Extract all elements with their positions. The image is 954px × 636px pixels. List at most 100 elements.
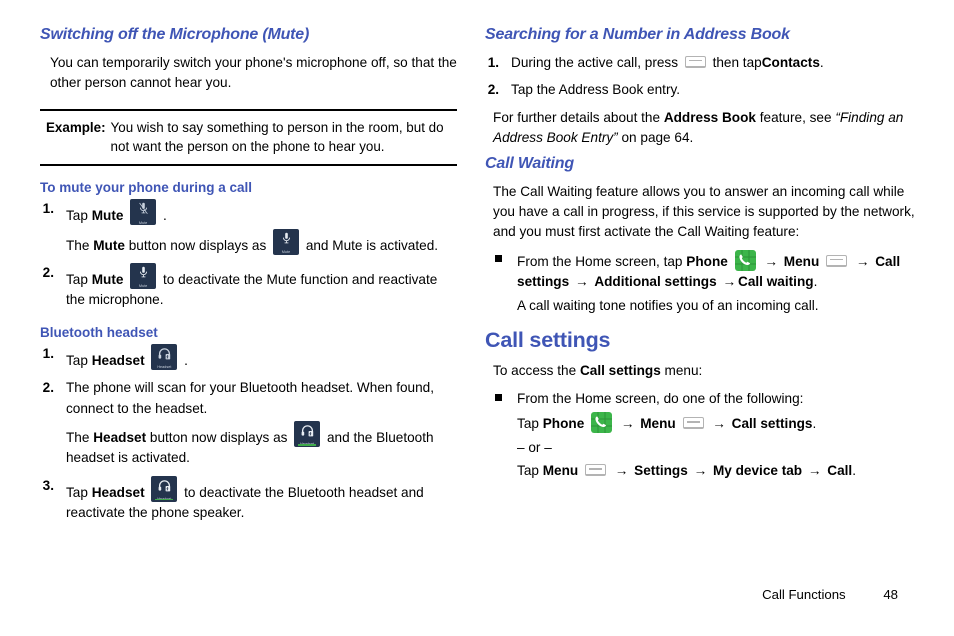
headset-button-active-icon[interactable]: Headset [151, 475, 178, 502]
bullet-continuation-text: A call waiting tone notifies you of an i… [517, 297, 819, 313]
bullet-text: From the Home screen, do one of the foll… [517, 389, 924, 482]
bullet-text: From the Home screen, tap Phone → Menu →… [517, 250, 924, 316]
address-book-cross-reference-note: For further details about the Address Bo… [485, 108, 924, 148]
microphone-glyph [273, 231, 299, 251]
cont-lead: The [66, 237, 90, 253]
my-device-tab-label: My device tab [712, 463, 803, 479]
call-waiting-body-paragraph: The Call Waiting feature allows you to a… [493, 184, 915, 240]
arrow-separator: → [712, 416, 726, 432]
note-page-reference: on page 64. [621, 129, 694, 145]
section-heading-searching-for-a-number: Searching for a Number in Address Book [485, 26, 790, 43]
address-book-label: Address Book [663, 109, 756, 125]
bullet-trailing-punctuation: . [813, 274, 818, 290]
menu-key-bar [830, 258, 844, 261]
step-item: 3. Tap Headset to deactivate the Bluetoo… [40, 475, 457, 524]
arrow-separator: → [722, 274, 737, 290]
step-item: 2. The phone will scan for your Bluetoot… [40, 378, 457, 469]
step-number: 1. [42, 201, 54, 217]
phone-label: Phone [542, 416, 585, 432]
step-trailing-punctuation: . [184, 352, 188, 368]
right-column: Searching for a Number in Address Book 1… [485, 26, 924, 531]
arrow-separator: → [855, 254, 870, 269]
additional-settings-path-label: Additional settings [594, 274, 717, 290]
tap-word: Tap [517, 463, 539, 479]
call-settings-bullet-list: From the Home screen, do one of the foll… [485, 389, 924, 482]
bluetooth-steps-list: 1. Tap Headset Headset . 2. The phone wi… [40, 343, 457, 524]
call-label: Call [827, 463, 853, 479]
headset-label: Headset [91, 484, 145, 500]
menu-key-bar [688, 59, 702, 62]
option-two-path: Tap Menu → Settings → My device tab → Ca… [517, 461, 924, 481]
menu-key-icon[interactable] [682, 417, 704, 430]
left-column: Switching off the Microphone (Mute) You … [40, 26, 458, 531]
mute-button-active-icon[interactable]: Mute [273, 228, 300, 255]
example-text: You wish to say something to person in t… [110, 119, 444, 154]
step-lead-text: Tap [66, 208, 88, 224]
headset-glyph [151, 478, 177, 498]
tap-word: Tap [517, 416, 539, 432]
subheading-to-mute-your-phone: To mute your phone during a call [40, 180, 253, 196]
list-item: From the Home screen, tap Phone → Menu →… [485, 250, 924, 316]
step-item: 2. Tap Mute Mute to deactivate the Mute … [40, 263, 457, 311]
mute-steps-list: 1. Tap Mute Mute . The Mute button now d… [40, 199, 457, 311]
step-item: 2. Tap the Address Book entry. [485, 80, 924, 100]
call-settings-intro-paragraph: To access the Call settings menu: [485, 361, 924, 381]
step-text: Tap the Address Book entry. [511, 82, 681, 98]
menu-key-icon[interactable] [684, 56, 706, 68]
cont-lead: The [66, 430, 90, 446]
contacts-label: Contacts [761, 55, 820, 70]
headset-button-icon[interactable]: Headset [151, 343, 178, 370]
square-bullet-icon [495, 250, 517, 316]
arrow-separator: → [620, 416, 635, 432]
bullet-lead-text: From the Home screen, tap [517, 254, 683, 269]
menu-key-bar [589, 467, 603, 470]
example-block: Example: You wish to say something to pe… [40, 108, 458, 167]
active-indicator-bar [155, 498, 174, 501]
section-heading-call-waiting: Call Waiting [485, 155, 574, 173]
step-lead-text: During the active call, press [511, 55, 679, 70]
menu-key-icon[interactable] [585, 464, 607, 477]
step-text: Tap Mute Mute to deactivate the Mute fun… [66, 263, 457, 311]
mute-label-bold: Mute [93, 237, 125, 253]
step-number: 1. [42, 345, 54, 361]
step-number: 3. [42, 477, 54, 493]
example-label: Example: [46, 119, 106, 135]
mute-icon-caption: Mute [281, 250, 291, 255]
intro-tail: menu: [664, 363, 703, 379]
menu-key-icon[interactable] [826, 255, 848, 267]
cont-mid: button now displays as [149, 430, 288, 446]
step-continuation-text: The Headset button now displays as and t… [66, 421, 457, 469]
mute-icon-caption: Mute [139, 284, 148, 289]
option-one-path: Tap Phone → Menu → Call settings. [517, 412, 924, 434]
headset-label: Headset [91, 352, 145, 368]
mute-button-active-icon[interactable]: Mute [130, 263, 157, 290]
step-text: During the active call, press then tapCo… [511, 53, 924, 73]
step-lead-text: Tap [66, 484, 88, 500]
or-separator: – or – [517, 439, 552, 455]
mute-icon-caption: Mute [139, 220, 148, 225]
mute-label: Mute [91, 272, 124, 288]
trailing-punctuation: . [812, 416, 817, 432]
menu-label: Menu [542, 463, 579, 479]
call-waiting-path-label: Call waiting [738, 274, 814, 290]
settings-label: Settings [634, 463, 688, 479]
headset-button-active-icon[interactable]: Headset [294, 421, 321, 448]
step-number: 1. [487, 55, 500, 70]
step-text: Tap Headset Headset [66, 475, 457, 524]
menu-key-bar [686, 421, 700, 423]
step-lead-text: Tap [66, 352, 88, 368]
phone-app-icon[interactable] [591, 412, 613, 434]
phone-app-icon[interactable] [734, 250, 756, 271]
bullet-lead-text: From the Home screen, do one of the foll… [517, 391, 804, 407]
mute-button-icon[interactable]: Mute [130, 199, 157, 226]
section-heading-switching-off-microphone: Switching off the Microphone (Mute) [40, 26, 310, 43]
cont-tail: and Mute is activated. [305, 237, 439, 253]
list-item: From the Home screen, do one of the foll… [485, 389, 924, 482]
step-item: 1. Tap Headset Headset . [40, 343, 457, 371]
step-item: 1. Tap Mute Mute . The Mute button now d… [40, 199, 457, 256]
mute-label: Mute [91, 208, 124, 224]
page-footer: Call Functions 48 [762, 587, 898, 602]
headset-glyph [151, 346, 177, 366]
footer-page-number: 48 [883, 587, 898, 602]
step-trailing-punctuation: . [162, 208, 167, 224]
